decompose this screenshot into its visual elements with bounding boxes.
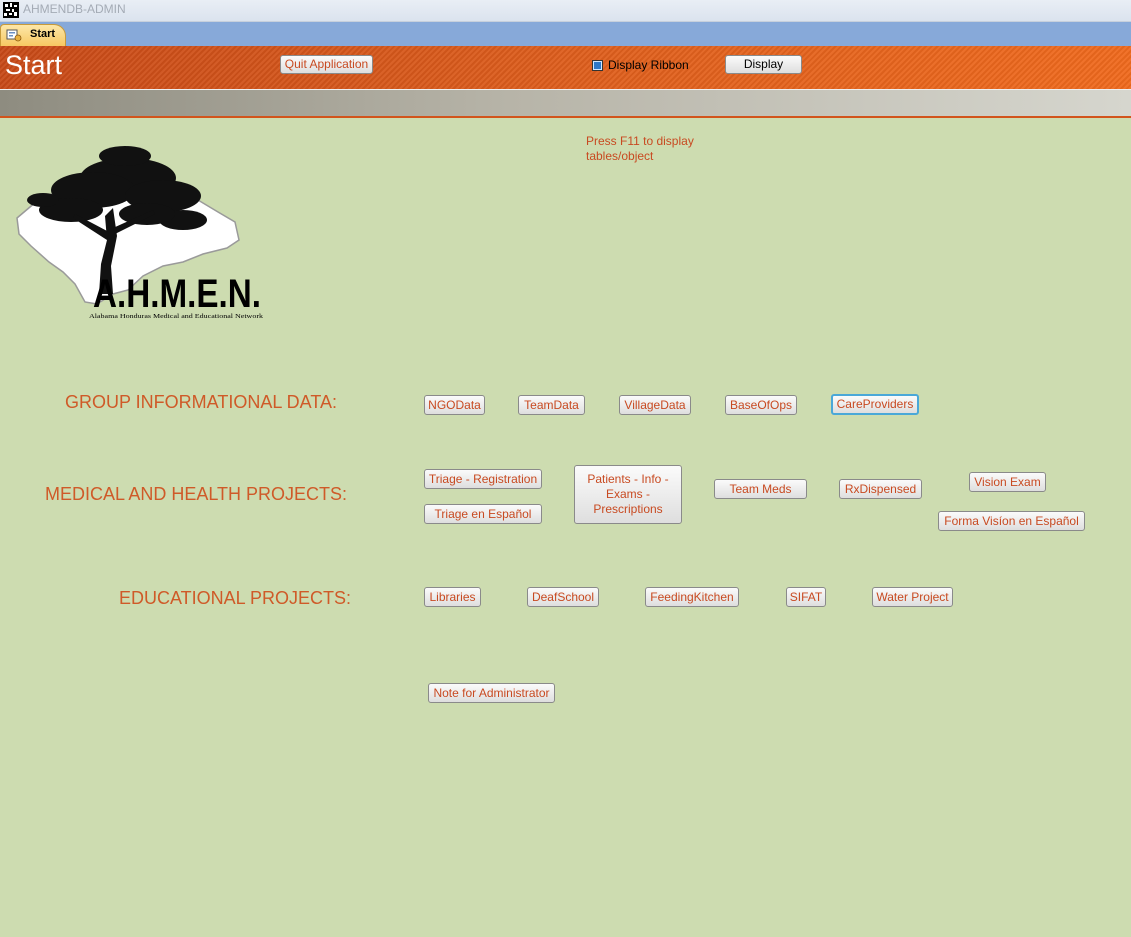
display-button[interactable]: Display bbox=[725, 55, 802, 74]
teamdata-button[interactable]: TeamData bbox=[518, 395, 585, 415]
baseofops-button[interactable]: BaseOfOps bbox=[725, 395, 797, 415]
sifat-button[interactable]: SIFAT bbox=[786, 587, 826, 607]
careproviders-button[interactable]: CareProviders bbox=[831, 394, 919, 415]
header-divider bbox=[0, 116, 1131, 118]
display-ribbon-label: Display Ribbon bbox=[608, 58, 689, 72]
forma-vision-espanol-button[interactable]: Forma Visíon en Español bbox=[938, 511, 1085, 531]
title-bar: AHMENDB-ADMIN bbox=[0, 0, 1131, 22]
group-informational-data-heading: GROUP INFORMATIONAL DATA: bbox=[65, 392, 338, 412]
tab-start[interactable]: Start bbox=[0, 24, 66, 46]
ngodata-button[interactable]: NGOData bbox=[424, 395, 485, 415]
vision-exam-button[interactable]: Vision Exam bbox=[969, 472, 1046, 492]
deafschool-button[interactable]: DeafSchool bbox=[527, 587, 599, 607]
villagedata-button[interactable]: VillageData bbox=[619, 395, 691, 415]
app-icon bbox=[3, 2, 19, 18]
f11-note: Press F11 to display tables/object bbox=[586, 134, 694, 163]
team-meds-button[interactable]: Team Meds bbox=[714, 479, 807, 499]
educational-projects-heading: EDUCATIONAL PROJECTS: bbox=[119, 588, 352, 608]
patients-info-exams-prescriptions-button[interactable]: Patients - Info - Exams - Prescriptions bbox=[574, 465, 682, 524]
header-band bbox=[0, 89, 1131, 117]
libraries-button[interactable]: Libraries bbox=[424, 587, 481, 607]
document-tab-strip: Start bbox=[0, 22, 1131, 46]
tab-label: Start bbox=[30, 28, 56, 40]
water-project-button[interactable]: Water Project bbox=[872, 587, 953, 607]
logo-text: A.H.M.E.N. bbox=[93, 272, 261, 316]
ahmen-logo: A.H.M.E.N. Alabama Honduras Medical and … bbox=[16, 146, 264, 320]
form-header: Start bbox=[0, 46, 1131, 89]
window-title: AHMENDB-ADMIN bbox=[23, 2, 126, 16]
medical-health-projects-heading: MEDICAL AND HEALTH PROJECTS: bbox=[45, 484, 348, 504]
display-ribbon-checkbox[interactable] bbox=[592, 60, 603, 71]
triage-espanol-button[interactable]: Triage en Español bbox=[424, 504, 542, 524]
quit-application-button[interactable]: Quit Application bbox=[280, 55, 373, 74]
triage-registration-button[interactable]: Triage - Registration bbox=[424, 469, 542, 489]
feedingkitchen-button[interactable]: FeedingKitchen bbox=[645, 587, 739, 607]
rxdispensed-button[interactable]: RxDispensed bbox=[839, 479, 922, 499]
logo-subtitle: Alabama Honduras Medical and Educational… bbox=[89, 313, 264, 320]
page-title: Start bbox=[5, 50, 63, 80]
form-icon bbox=[6, 29, 22, 42]
note-for-administrator-button[interactable]: Note for Administrator bbox=[428, 683, 555, 703]
